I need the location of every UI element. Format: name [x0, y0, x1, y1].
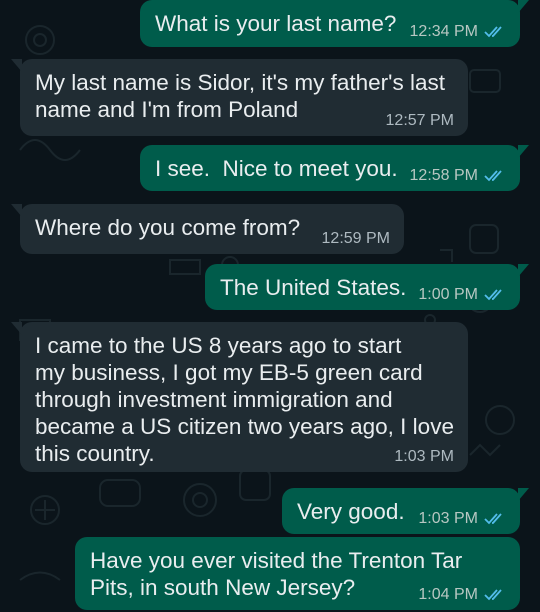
outgoing-message-bubble[interactable]: What is your last name? 12:34 PM [140, 0, 529, 47]
message-meta: 12:57 PM [386, 112, 454, 130]
outgoing-message-bubble[interactable]: The United States. 1:00 PM [205, 264, 529, 310]
message-meta: 1:03 PM [418, 510, 506, 528]
message-timestamp: 12:34 PM [409, 23, 478, 40]
read-receipt-double-tick-icon [484, 513, 502, 525]
message-timestamp: 1:00 PM [418, 286, 478, 303]
message-text: Where do you come from? [35, 215, 301, 240]
message-text: Have you ever visited the Trenton Tar Pi… [90, 548, 463, 600]
incoming-message-bubble[interactable]: My last name is Sidor, it's my father's … [11, 59, 468, 136]
message-meta: 12:34 PM [410, 23, 506, 41]
outgoing-message-bubble[interactable]: Have you ever visited the Trenton Tar Pi… [75, 537, 520, 610]
message-timestamp: 1:04 PM [418, 586, 478, 603]
message-text: The United States. [220, 275, 407, 300]
incoming-message-bubble[interactable]: Where do you come from? 12:59 PM [11, 204, 404, 254]
message-text: My last name is Sidor, it's my father's … [35, 70, 445, 122]
read-receipt-double-tick-icon [484, 26, 502, 38]
message-meta: 1:03 PM [394, 448, 454, 466]
message-text: I came to the US 8 years ago to start my… [35, 333, 454, 466]
message-timestamp: 1:03 PM [394, 448, 454, 465]
message-timestamp: 12:59 PM [321, 230, 390, 247]
incoming-message-bubble[interactable]: I came to the US 8 years ago to start my… [11, 322, 468, 472]
message-meta: 12:59 PM [322, 230, 390, 248]
message-text: Very good. [297, 499, 405, 524]
read-receipt-double-tick-icon [484, 289, 502, 301]
message-meta: 1:04 PM [418, 586, 506, 604]
message-timestamp: 12:58 PM [409, 167, 478, 184]
outgoing-message-bubble[interactable]: I see. Nice to meet you. 12:58 PM [140, 145, 529, 191]
message-meta: 12:58 PM [410, 167, 506, 185]
message-meta: 1:00 PM [418, 286, 506, 304]
message-text: What is your last name? [155, 11, 397, 36]
message-text: I see. Nice to meet you. [155, 156, 398, 181]
message-timestamp: 1:03 PM [418, 510, 478, 527]
read-receipt-double-tick-icon [484, 170, 502, 182]
conversation: What is your last name? 12:34 PM My last n… [0, 0, 540, 612]
outgoing-message-bubble[interactable]: Very good. 1:03 PM [282, 488, 529, 534]
read-receipt-double-tick-icon [484, 589, 502, 601]
message-timestamp: 12:57 PM [385, 112, 454, 129]
